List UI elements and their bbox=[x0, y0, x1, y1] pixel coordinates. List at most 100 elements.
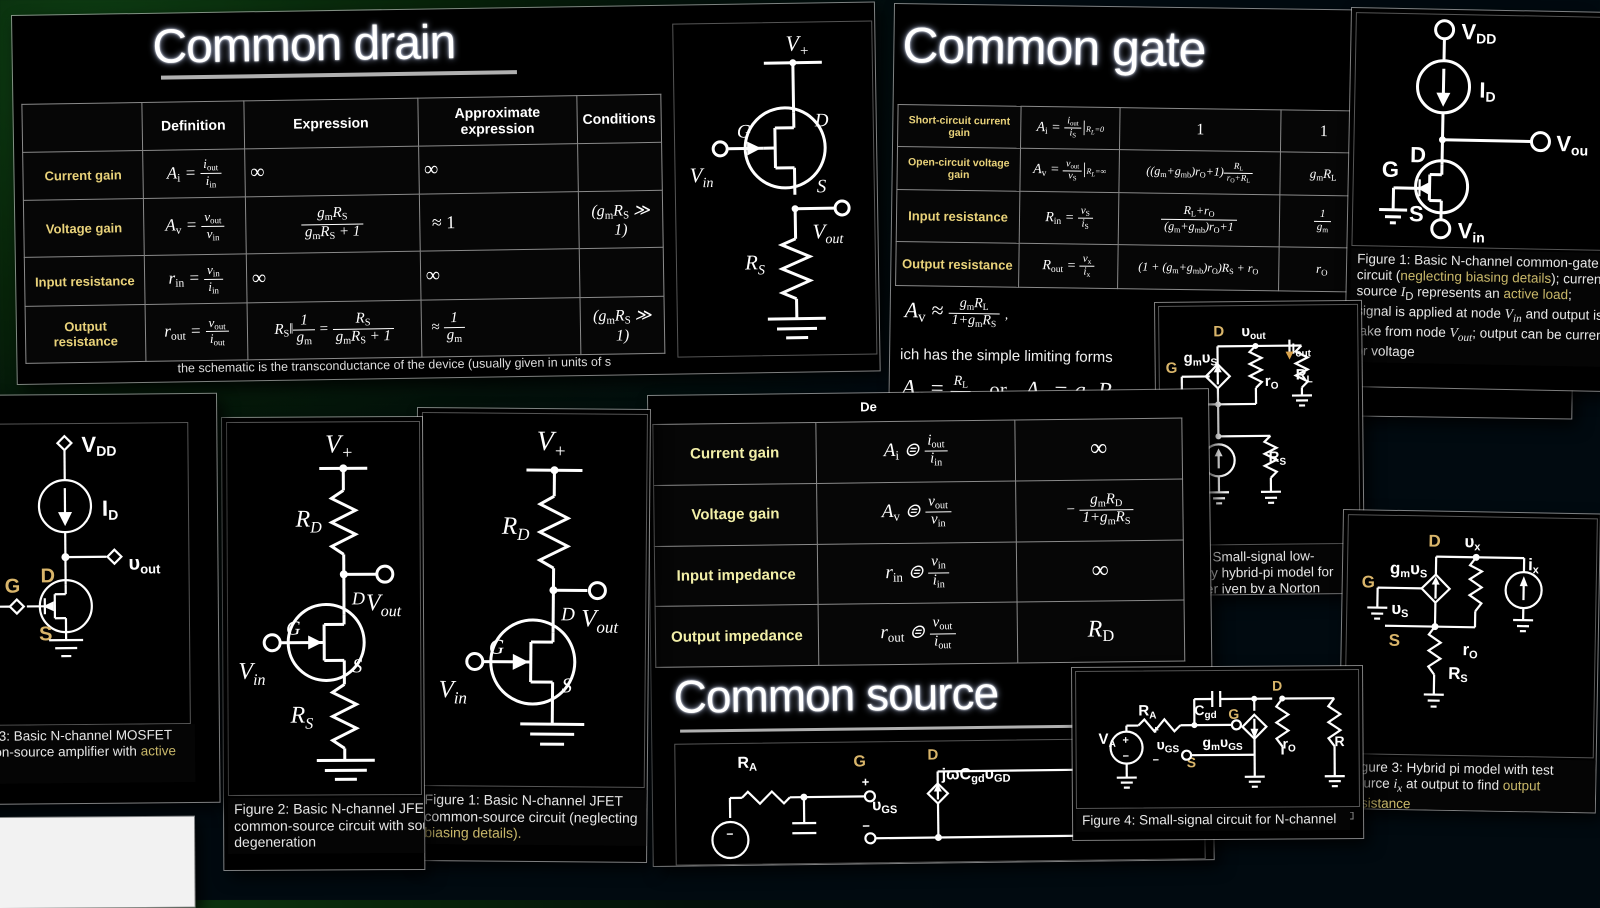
common-drain-figure: V+ D G S Vin Vout RS bbox=[672, 20, 877, 357]
label-s: S bbox=[39, 623, 53, 645]
cs-table-header-partial: De bbox=[860, 399, 877, 414]
row-label-output-resistance: Output resistance bbox=[25, 304, 146, 363]
cg-fig1-circuit-svg: VDD ID Vou D G S bbox=[1352, 13, 1600, 248]
table-row: Output impedance rout ⊜ voutiout RD bbox=[655, 600, 1185, 667]
cell-definition: rin = viniin bbox=[145, 254, 247, 304]
cell-conditions: (gmRS ≫ 1) bbox=[578, 191, 663, 249]
label-vdd: VDD bbox=[81, 432, 116, 459]
cs-fig3-box: VDD ID υout D G in S bbox=[0, 422, 191, 726]
cg-fig3-caption: Figure 3: Hybrid pi model with test sour… bbox=[1343, 756, 1600, 812]
cs-fig1-caption: Figure 1: Basic N-channel JFET common-so… bbox=[418, 788, 650, 846]
window-cs-figure2[interactable]: V+ RD Vout D G Vin S RS bbox=[222, 417, 424, 870]
cs-fig4-caption: Figure 4: Small-signal circuit for N-cha… bbox=[1076, 808, 1350, 832]
table-row: Output resistance rout = voutiout RS‖1gm… bbox=[25, 296, 665, 363]
label-g: G bbox=[737, 121, 751, 142]
label-srcplus: + bbox=[1122, 735, 1129, 747]
label-id: ID bbox=[1479, 77, 1496, 104]
cs-fig4-circuit-svg: RA VA Cgd G D S υGS gmυGS rO R + − + bbox=[1076, 670, 1357, 806]
label-d: D bbox=[814, 110, 829, 131]
label-plus: + bbox=[862, 774, 870, 789]
window-cs-figure3[interactable]: VDD ID υout D G in S bbox=[0, 394, 220, 804]
label-d: D bbox=[1272, 678, 1282, 694]
common-drain-title: Common drain bbox=[152, 15, 456, 75]
label-d: D bbox=[927, 746, 938, 763]
cell-approx: ≈ 1 bbox=[419, 192, 579, 251]
cell-definition: Ai ⊜ ioutiin bbox=[816, 420, 1016, 483]
cell-definition: rout ⊜ voutiout bbox=[818, 602, 1018, 665]
row-label-output-impedance: Output impedance bbox=[655, 605, 819, 668]
cell-expression: RS‖1gm = RSgmRS + 1 bbox=[247, 300, 422, 360]
label-vin: Vin bbox=[438, 676, 467, 707]
label-vgs: υGS bbox=[1156, 736, 1179, 755]
window-cg-figure1[interactable]: VDD ID Vou D G S bbox=[1345, 8, 1600, 391]
label-s: S bbox=[561, 673, 572, 697]
label-minus: − bbox=[862, 818, 870, 833]
common-gate-title: Common gate bbox=[902, 16, 1206, 78]
cell-expression: ((gm+gmb)rO+1)RLrO+RL bbox=[1119, 150, 1281, 195]
col-approx: Approximate expression bbox=[417, 96, 577, 146]
label-gmvs: gmυS bbox=[1183, 349, 1217, 368]
row-label-sc-current-gain: Short-circuit current gain bbox=[898, 105, 1022, 149]
row-label-voltage-gain: Voltage gain bbox=[654, 483, 818, 546]
label-rd: RD bbox=[294, 506, 322, 536]
cell-expression: RL+rO(gm+gmb)rO+1 bbox=[1118, 193, 1280, 248]
label-vgs: υGS bbox=[872, 797, 897, 816]
label-ro: rO bbox=[1265, 373, 1279, 392]
table-row: Input impedance rin ⊜ viniin ∞ bbox=[654, 539, 1184, 606]
label-d: D bbox=[560, 604, 575, 625]
label-s: S bbox=[817, 176, 827, 197]
cg-fig3-circuit-svg: D υx G S gmυS υS rO ix RS bbox=[1345, 515, 1595, 755]
row-label-oc-voltage-gain: Open-circuit voltage gain bbox=[897, 147, 1021, 191]
label-ro: rO bbox=[1282, 735, 1296, 754]
cell-approx: ∞ bbox=[420, 249, 580, 300]
label-vin: Vin bbox=[238, 659, 265, 689]
label-vout: Vout bbox=[812, 219, 844, 247]
label-s: S bbox=[1389, 631, 1401, 650]
window-partial-bottom-left[interactable] bbox=[0, 817, 195, 908]
label-vin: Vin bbox=[1457, 218, 1485, 246]
window-cg-figure3[interactable]: D υx G S gmυS υS rO ix RS bbox=[1339, 510, 1600, 812]
col-conditions: Conditions bbox=[577, 94, 662, 143]
cell-expression: gmRSgmRS + 1 bbox=[245, 195, 420, 255]
cell-approx: ∞ bbox=[418, 144, 578, 195]
cell-expression: RD bbox=[1017, 600, 1185, 663]
common-gate-body-formula-1: Av ≈ gmRL1+gmRS , bbox=[904, 296, 1008, 330]
cell-expression: ∞ bbox=[1016, 539, 1184, 602]
label-d: D bbox=[1410, 142, 1426, 167]
label-vplus: V+ bbox=[325, 429, 353, 462]
cell-definition: Ai = ioutiin bbox=[143, 149, 245, 199]
label-jwcgdvgd: jωCgdυGD bbox=[941, 766, 1011, 786]
col-definition: Definition bbox=[142, 101, 244, 150]
cs-fig1-box: V+ RD Vout D G Vin S bbox=[419, 412, 648, 788]
cell-conditions bbox=[577, 142, 662, 192]
label-ra: RA bbox=[737, 755, 757, 774]
label-vout: υout bbox=[1241, 323, 1266, 342]
label-ro: rO bbox=[1462, 640, 1478, 661]
col-blank bbox=[22, 102, 143, 152]
label-vdd: VDD bbox=[1461, 19, 1496, 47]
cell-conditions: (gmRS ≫ 1) bbox=[580, 296, 665, 354]
cg-fig1-box: VDD ID Vou D G S bbox=[1351, 12, 1600, 251]
row-label-input-resistance: Input resistance bbox=[896, 189, 1020, 243]
window-cs-figure4[interactable]: RA VA Cgd G D S υGS gmυGS rO R + − + bbox=[1072, 666, 1363, 840]
col-expression: Expression bbox=[244, 98, 419, 149]
common-gate-body-text: ich has the simple limiting forms bbox=[900, 346, 1113, 366]
cell-expression: ∞ bbox=[1015, 418, 1183, 481]
cell-expression: ∞ bbox=[246, 252, 421, 303]
cs-fig2-circuit-svg: V+ RD Vout D G Vin S RS bbox=[227, 422, 419, 793]
common-drain-title-text: Common drain bbox=[152, 15, 456, 75]
label-rd: RD bbox=[501, 513, 531, 544]
label-r: R bbox=[1334, 733, 1344, 749]
label-id: ID bbox=[102, 496, 118, 523]
label-g: G bbox=[1166, 360, 1178, 377]
cs-fig3-circuit-svg: VDD ID υout D G in S bbox=[0, 423, 188, 723]
window-cs-figure1[interactable]: V+ RD Vout D G Vin S bbox=[414, 408, 650, 862]
cell-definition: Av = voutvin bbox=[144, 197, 246, 256]
row-label-input-resistance: Input resistance bbox=[24, 256, 145, 306]
label-g: G bbox=[286, 618, 301, 640]
row-label-voltage-gain: Voltage gain bbox=[23, 199, 144, 258]
table-row: Current gain Ai ⊜ ioutiin ∞ bbox=[653, 418, 1183, 485]
label-srcminus: − bbox=[1123, 751, 1130, 763]
window-common-drain[interactable]: Common drain Definition Expression Appro… bbox=[12, 2, 880, 383]
label-gmvs: gmυS bbox=[1390, 559, 1428, 581]
